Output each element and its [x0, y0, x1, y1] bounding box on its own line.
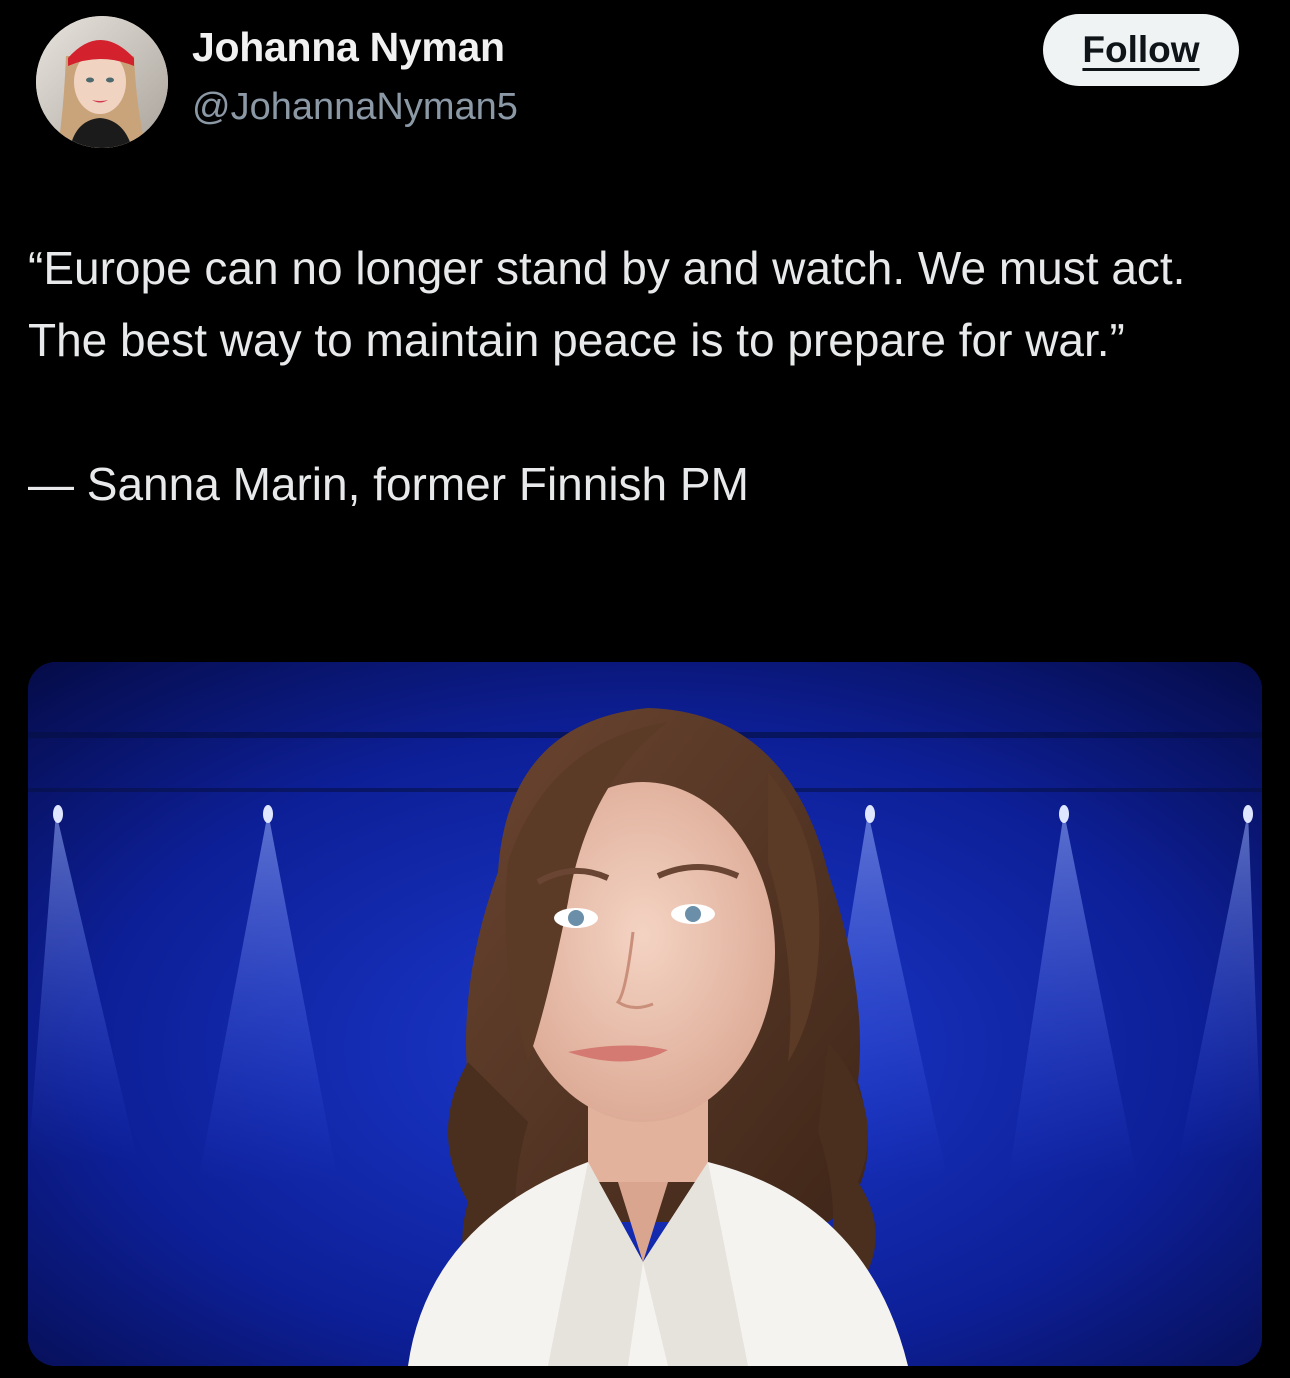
- tweet-quote: “Europe can no longer stand by and watch…: [28, 242, 1186, 366]
- follow-button[interactable]: Follow: [1043, 14, 1239, 86]
- author-handle[interactable]: @JohannaNyman5: [192, 86, 518, 129]
- tweet-card: Johanna Nyman @JohannaNyman5 Follow “Eur…: [0, 0, 1290, 1378]
- avatar-photo-icon: [36, 16, 168, 148]
- tweet-text: “Europe can no longer stand by and watch…: [28, 232, 1258, 520]
- portrait-photo: [28, 662, 1262, 1366]
- author-avatar[interactable]: [36, 16, 168, 148]
- tweet-attribution: — Sanna Marin, former Finnish PM: [28, 458, 749, 510]
- author-display-name[interactable]: Johanna Nyman: [192, 24, 505, 71]
- tweet-media-photo[interactable]: [28, 662, 1262, 1366]
